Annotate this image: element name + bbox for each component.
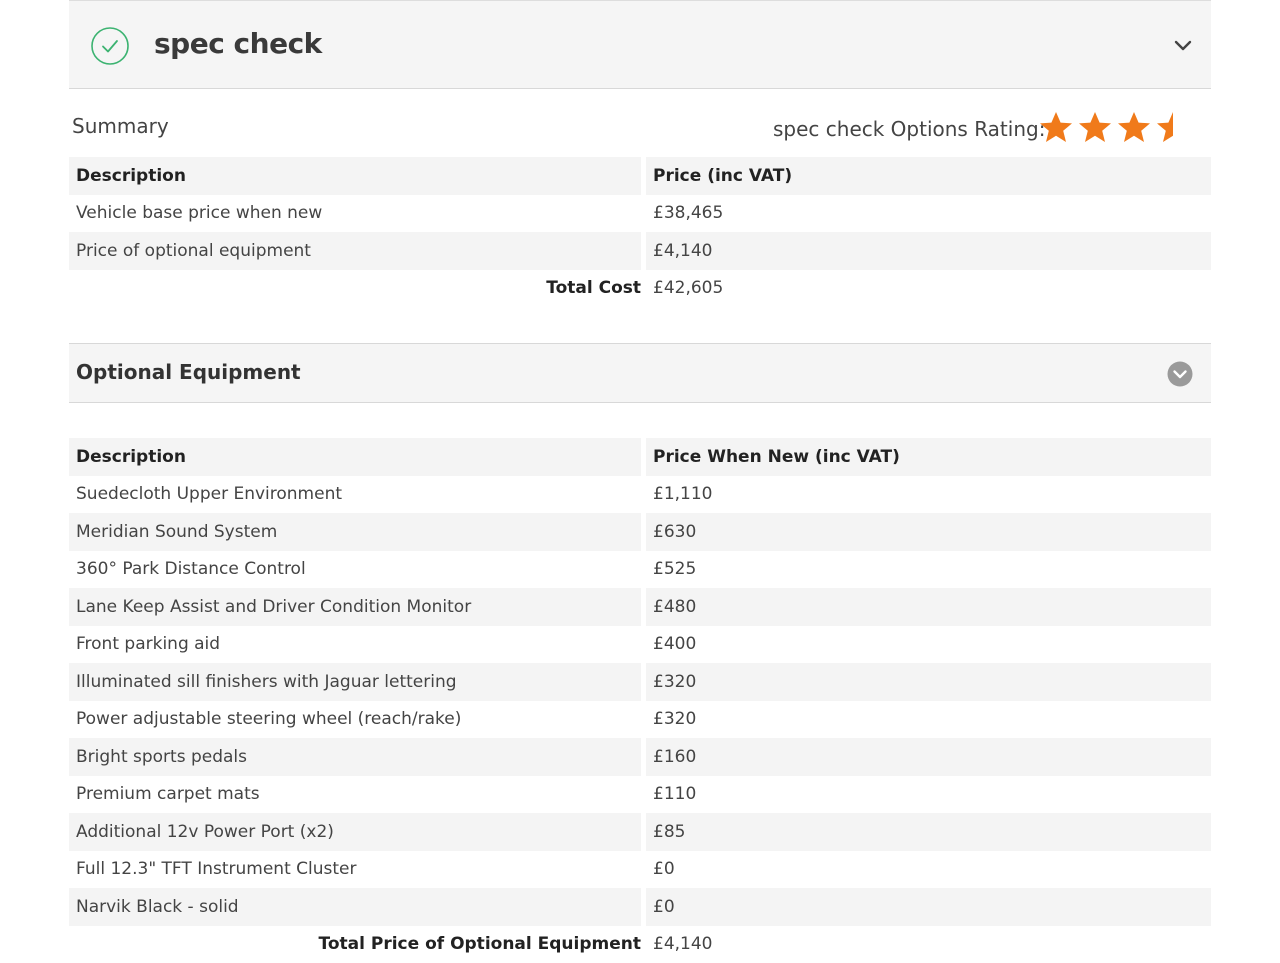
table-row: Vehicle base price when new £38,465 xyxy=(69,195,1211,233)
column-header-price: Price (inc VAT) xyxy=(646,157,1211,195)
spec-check-header[interactable]: spec check xyxy=(69,0,1211,89)
row-description: Premium carpet mats xyxy=(69,776,641,814)
table-row: 360° Park Distance Control£525 xyxy=(69,551,1211,589)
optional-equipment-table-header: Description Price When New (inc VAT) xyxy=(69,438,1211,476)
row-price: £38,465 xyxy=(646,195,1211,233)
optional-equipment-total-row: Total Price of Optional Equipment £4,140 xyxy=(69,926,1211,963)
check-circle-icon xyxy=(91,27,129,65)
summary-table: Description Price (inc VAT) Vehicle base… xyxy=(69,157,1211,307)
table-row: Premium carpet mats£110 xyxy=(69,776,1211,814)
row-description: Meridian Sound System xyxy=(69,513,641,551)
chevron-down-circle-icon[interactable] xyxy=(1167,361,1193,387)
total-cost-row: Total Cost £42,605 xyxy=(69,270,1211,308)
summary-table-header: Description Price (inc VAT) xyxy=(69,157,1211,195)
row-price: £4,140 xyxy=(646,232,1211,270)
table-row: Front parking aid£400 xyxy=(69,626,1211,664)
row-price: £0 xyxy=(646,888,1211,926)
table-row: Meridian Sound System£630 xyxy=(69,513,1211,551)
row-price: £160 xyxy=(646,738,1211,776)
table-row: Power adjustable steering wheel (reach/r… xyxy=(69,701,1211,739)
row-description: Vehicle base price when new xyxy=(69,195,641,233)
column-header-description: Description xyxy=(69,438,641,476)
row-price: £630 xyxy=(646,513,1211,551)
row-price: £525 xyxy=(646,551,1211,589)
star-full-icon xyxy=(1116,110,1152,146)
star-full-icon xyxy=(1038,110,1074,146)
optional-equipment-table: Description Price When New (inc VAT) Sue… xyxy=(69,438,1211,963)
options-rating-stars xyxy=(1038,110,1191,146)
spec-check-title: spec check xyxy=(154,27,322,60)
row-description: Additional 12v Power Port (x2) xyxy=(69,813,641,851)
table-row: Illuminated sill finishers with Jaguar l… xyxy=(69,663,1211,701)
table-row: Suedecloth Upper Environment£1,110 xyxy=(69,476,1211,514)
optional-equipment-title: Optional Equipment xyxy=(76,360,301,384)
row-price: £1,110 xyxy=(646,476,1211,514)
row-price: £0 xyxy=(646,851,1211,889)
row-description: Suedecloth Upper Environment xyxy=(69,476,641,514)
column-header-description: Description xyxy=(69,157,641,195)
row-price: £110 xyxy=(646,776,1211,814)
optional-equipment-total-label: Total Price of Optional Equipment xyxy=(69,926,641,963)
row-description: 360° Park Distance Control xyxy=(69,551,641,589)
table-row: Bright sports pedals£160 xyxy=(69,738,1211,776)
star-half-icon xyxy=(1155,110,1191,146)
optional-equipment-total-value: £4,140 xyxy=(646,926,1211,963)
column-header-price-when-new: Price When New (inc VAT) xyxy=(646,438,1211,476)
row-description: Bright sports pedals xyxy=(69,738,641,776)
row-price: £400 xyxy=(646,626,1211,664)
table-row: Price of optional equipment £4,140 xyxy=(69,232,1211,270)
total-cost-value: £42,605 xyxy=(646,270,1211,308)
table-row: Full 12.3" TFT Instrument Cluster£0 xyxy=(69,851,1211,889)
optional-equipment-header[interactable]: Optional Equipment xyxy=(69,343,1211,403)
row-description: Narvik Black - solid xyxy=(69,888,641,926)
row-description: Power adjustable steering wheel (reach/r… xyxy=(69,701,641,739)
row-price: £480 xyxy=(646,588,1211,626)
row-description: Lane Keep Assist and Driver Condition Mo… xyxy=(69,588,641,626)
chevron-down-icon[interactable] xyxy=(1173,35,1193,55)
star-full-icon xyxy=(1077,110,1113,146)
options-rating-label: spec check Options Rating: xyxy=(773,117,1045,141)
total-cost-label: Total Cost xyxy=(69,270,641,308)
row-description: Front parking aid xyxy=(69,626,641,664)
row-price: £320 xyxy=(646,663,1211,701)
summary-label: Summary xyxy=(72,114,169,138)
row-description: Full 12.3" TFT Instrument Cluster xyxy=(69,851,641,889)
table-row: Lane Keep Assist and Driver Condition Mo… xyxy=(69,588,1211,626)
row-description: Illuminated sill finishers with Jaguar l… xyxy=(69,663,641,701)
table-row: Narvik Black - solid£0 xyxy=(69,888,1211,926)
table-row: Additional 12v Power Port (x2)£85 xyxy=(69,813,1211,851)
row-price: £85 xyxy=(646,813,1211,851)
row-price: £320 xyxy=(646,701,1211,739)
row-description: Price of optional equipment xyxy=(69,232,641,270)
